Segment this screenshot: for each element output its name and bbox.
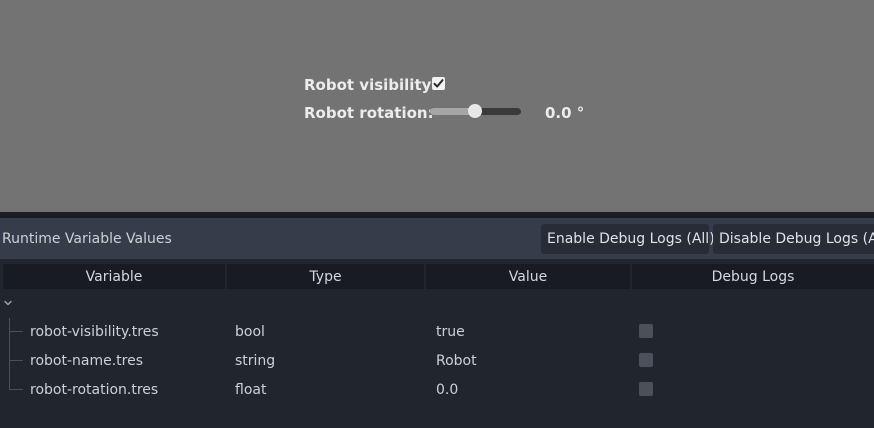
variable-name: robot-rotation.tres [30, 381, 159, 398]
variable-type: string [235, 352, 276, 369]
enable-debug-logs-button[interactable]: Enable Debug Logs (All) [541, 224, 715, 254]
debug-log-checkbox[interactable] [639, 324, 653, 338]
rotation-label: Robot rotation: [304, 104, 434, 122]
game-preview-viewport: Robot visibility: Robot rotation: 0.0 ° [0, 0, 874, 212]
variable-name: robot-name.tres [30, 352, 144, 369]
column-header-variable[interactable]: Variable [3, 264, 225, 289]
debug-log-checkbox[interactable] [639, 382, 653, 396]
runtime-variables-panel: Runtime Variable Values Enable Debug Log… [0, 218, 874, 428]
variable-value: Robot [436, 352, 477, 369]
column-header-debug-logs[interactable]: Debug Logs [632, 264, 874, 289]
table-row[interactable]: robot-name.tres string Robot [0, 346, 874, 375]
variable-type: bool [235, 323, 265, 340]
rotation-value: 0.0 ° [545, 104, 585, 122]
variable-value: 0.0 [436, 381, 459, 398]
panel-header: Runtime Variable Values Enable Debug Log… [0, 218, 874, 259]
visibility-checkbox[interactable] [432, 77, 445, 90]
visibility-label: Robot visibility: [304, 76, 438, 94]
chevron-down-icon[interactable] [3, 298, 13, 308]
variable-type: float [235, 381, 267, 398]
variable-value: true [436, 323, 465, 340]
column-header-type[interactable]: Type [227, 264, 424, 289]
variable-name: robot-visibility.tres [30, 323, 159, 340]
debug-log-checkbox[interactable] [639, 353, 653, 367]
panel-title: Runtime Variable Values [2, 230, 172, 247]
table-row[interactable]: robot-rotation.tres float 0.0 [0, 375, 874, 404]
disable-debug-logs-button[interactable]: Disable Debug Logs (All) [713, 224, 874, 254]
table-row[interactable]: robot-visibility.tres bool true [0, 317, 874, 346]
column-header-value[interactable]: Value [426, 264, 630, 289]
checkmark-icon [433, 79, 444, 88]
rotation-slider-handle[interactable] [468, 104, 482, 118]
